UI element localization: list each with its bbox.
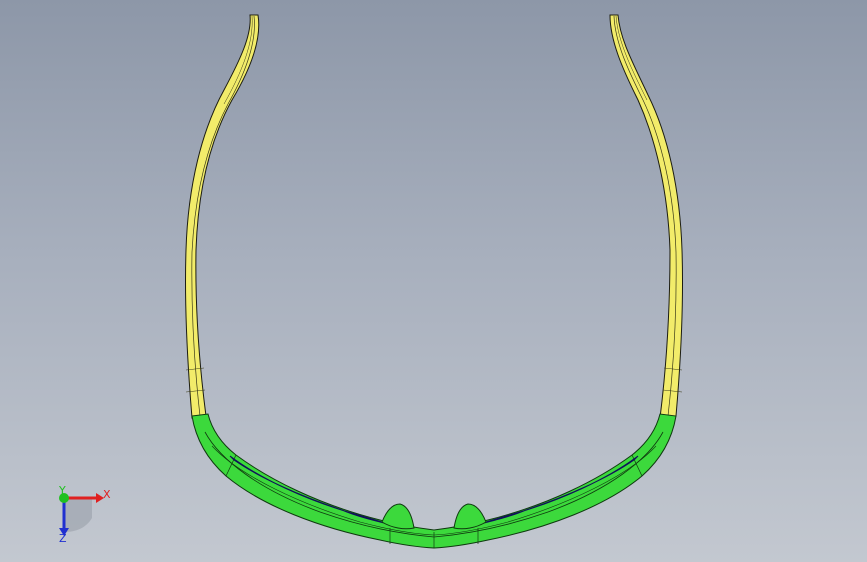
x-axis-label: X	[103, 488, 111, 501]
nose-pad-right[interactable]	[453, 503, 487, 530]
glasses-model[interactable]	[0, 0, 867, 562]
temple-left[interactable]	[184, 14, 260, 419]
y-axis-label: Y	[59, 484, 66, 497]
graphics-viewport[interactable]: X Y Z	[0, 0, 867, 562]
z-axis-label: Z	[59, 532, 67, 545]
nose-pad-left[interactable]	[381, 503, 415, 530]
temple-right[interactable]	[609, 14, 684, 419]
orientation-triad: X Y Z	[48, 484, 118, 544]
front-frame[interactable]	[191, 413, 677, 549]
